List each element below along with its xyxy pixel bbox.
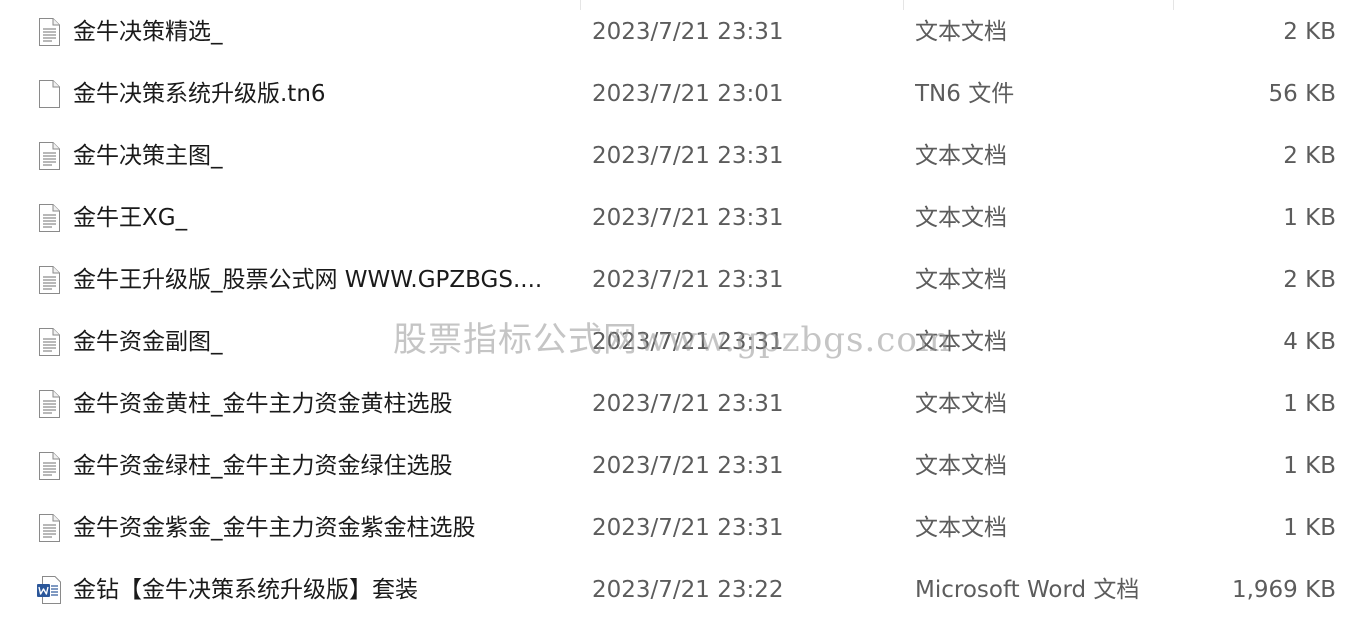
file-type: 文本文档 <box>915 267 1007 293</box>
file-size: 2 KB <box>1283 143 1336 169</box>
text-document-icon <box>36 17 62 47</box>
file-row[interactable]: 金牛资金黄柱_金牛主力资金黄柱选股 2023/7/21 23:31 文本文档 1… <box>0 374 1349 434</box>
text-document-icon <box>36 265 62 295</box>
text-document-icon <box>36 513 62 543</box>
file-type: 文本文档 <box>915 453 1007 479</box>
file-type: 文本文档 <box>915 391 1007 417</box>
file-date-modified: 2023/7/21 23:31 <box>592 453 784 479</box>
file-date-modified: 2023/7/21 23:31 <box>592 515 784 541</box>
text-document-icon <box>36 389 62 419</box>
file-list: 金牛决策精选_ 2023/7/21 23:31 文本文档 2 KB 金牛决策系统… <box>0 0 1349 615</box>
text-document-icon <box>36 203 62 233</box>
file-name: 金牛资金绿柱_金牛主力资金绿住选股 <box>73 453 453 479</box>
file-row[interactable]: 金牛决策主图_ 2023/7/21 23:31 文本文档 2 KB <box>0 126 1349 186</box>
file-date-modified: 2023/7/21 23:31 <box>592 143 784 169</box>
file-type: TN6 文件 <box>915 81 1015 107</box>
file-row[interactable]: 金牛王XG_ 2023/7/21 23:31 文本文档 1 KB <box>0 188 1349 248</box>
file-size: 2 KB <box>1283 19 1336 45</box>
file-row[interactable]: 金牛决策精选_ 2023/7/21 23:31 文本文档 2 KB <box>0 2 1349 62</box>
file-name: 金牛资金紫金_金牛主力资金紫金柱选股 <box>73 515 476 541</box>
file-name: 金钻【金牛决策系统升级版】套装 <box>73 577 418 603</box>
file-size: 2 KB <box>1283 267 1336 293</box>
text-document-icon <box>36 451 62 481</box>
file-type: 文本文档 <box>915 205 1007 231</box>
file-type: 文本文档 <box>915 515 1007 541</box>
text-document-icon <box>36 327 62 357</box>
file-row[interactable]: 金牛决策系统升级版.tn6 2023/7/21 23:01 TN6 文件 56 … <box>0 64 1349 124</box>
file-size: 4 KB <box>1283 329 1336 355</box>
file-name: 金牛王升级版_股票公式网 WWW.GPZBGS.... <box>73 267 543 293</box>
file-size: 1,969 KB <box>1231 577 1336 603</box>
file-name: 金牛决策精选_ <box>73 19 223 45</box>
file-type: 文本文档 <box>915 329 1007 355</box>
word-document-icon <box>36 575 62 605</box>
file-date-modified: 2023/7/21 23:31 <box>592 267 784 293</box>
blank-file-icon <box>36 79 62 109</box>
file-row[interactable]: 金牛资金副图_ 2023/7/21 23:31 文本文档 4 KB <box>0 312 1349 372</box>
file-row[interactable]: 金牛资金紫金_金牛主力资金紫金柱选股 2023/7/21 23:31 文本文档 … <box>0 498 1349 558</box>
file-size: 1 KB <box>1283 391 1336 417</box>
file-name: 金牛资金副图_ <box>73 329 223 355</box>
file-name: 金牛王XG_ <box>73 205 188 231</box>
file-row[interactable]: 金钻【金牛决策系统升级版】套装 2023/7/21 23:22 Microsof… <box>0 560 1349 620</box>
file-date-modified: 2023/7/21 23:31 <box>592 329 784 355</box>
file-row[interactable]: 金牛王升级版_股票公式网 WWW.GPZBGS.... 2023/7/21 23… <box>0 250 1349 310</box>
file-name: 金牛决策系统升级版.tn6 <box>73 81 326 107</box>
file-size: 1 KB <box>1283 515 1336 541</box>
file-date-modified: 2023/7/21 23:31 <box>592 19 784 45</box>
file-size: 1 KB <box>1283 205 1336 231</box>
file-date-modified: 2023/7/21 23:01 <box>592 81 784 107</box>
file-date-modified: 2023/7/21 23:31 <box>592 391 784 417</box>
file-size: 1 KB <box>1283 453 1336 479</box>
file-type: 文本文档 <box>915 143 1007 169</box>
file-name: 金牛决策主图_ <box>73 143 223 169</box>
file-type: 文本文档 <box>915 19 1007 45</box>
file-date-modified: 2023/7/21 23:22 <box>592 577 784 603</box>
file-size: 56 KB <box>1268 81 1336 107</box>
file-row[interactable]: 金牛资金绿柱_金牛主力资金绿住选股 2023/7/21 23:31 文本文档 1… <box>0 436 1349 496</box>
file-name: 金牛资金黄柱_金牛主力资金黄柱选股 <box>73 391 453 417</box>
file-type: Microsoft Word 文档 <box>915 577 1140 603</box>
text-document-icon <box>36 141 62 171</box>
file-date-modified: 2023/7/21 23:31 <box>592 205 784 231</box>
